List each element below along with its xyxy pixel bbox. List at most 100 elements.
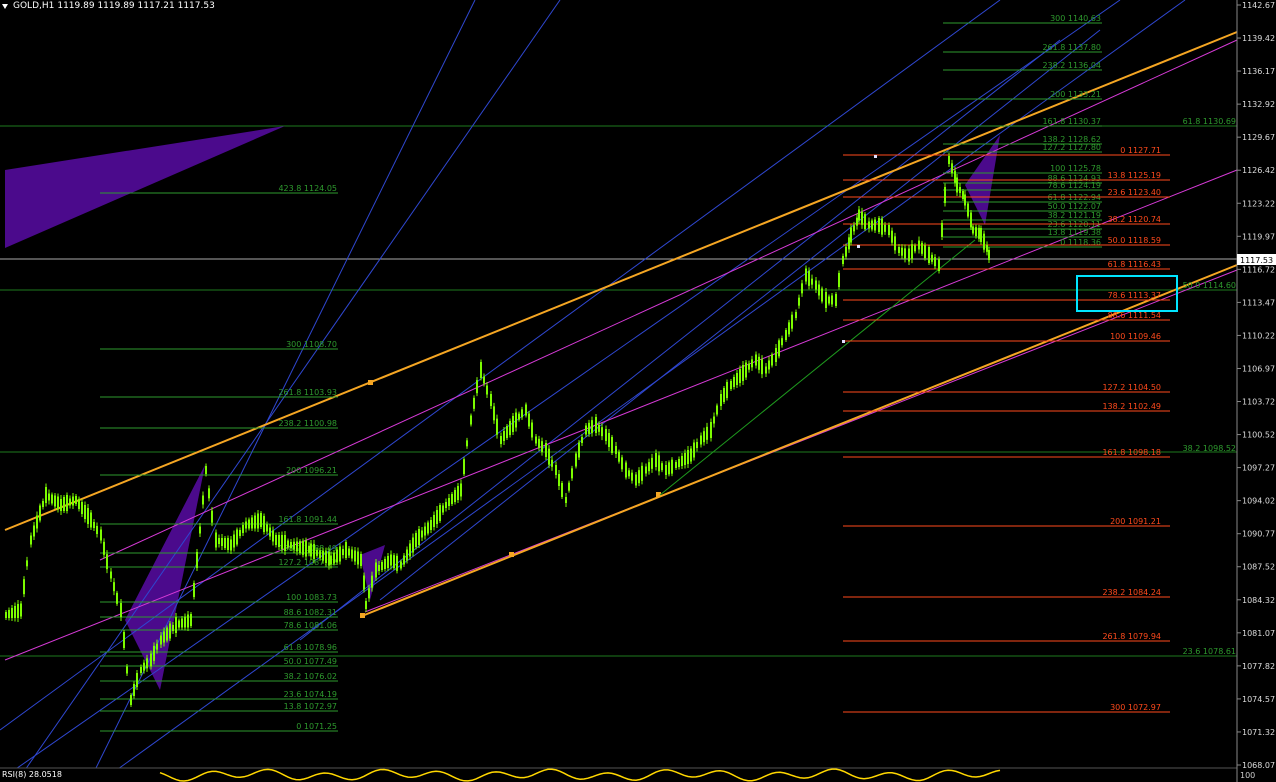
fib-level-label: 88.6 1082.31 (284, 608, 337, 617)
candle-body (618, 451, 620, 462)
candle-body (368, 588, 370, 599)
rsi-indicator-label: RSI(8) 28.0518 (2, 770, 62, 779)
candle-body (578, 442, 580, 458)
candle-body (396, 555, 398, 571)
candle-body (500, 436, 502, 444)
candle-body (687, 450, 689, 464)
candle-body (11, 608, 13, 618)
candle-body (621, 457, 623, 470)
candle-body (354, 550, 356, 562)
price-axis-label: 1110.22 (1242, 331, 1275, 340)
candle-body (581, 437, 583, 443)
candle-body (585, 425, 587, 435)
candle-body (805, 268, 807, 282)
price-axis-label: 1081.07 (1242, 629, 1275, 638)
candle-body (242, 525, 244, 533)
current-price-label: 1117.53 (1240, 256, 1273, 265)
candle-body (858, 209, 860, 221)
candle-body (921, 242, 923, 254)
candle-body (845, 246, 847, 257)
fib-level-label: 138.2 1102.49 (1102, 402, 1161, 411)
fib-level-label: 161.8 1098.18 (1102, 448, 1161, 457)
candle-body (531, 422, 533, 438)
candle-body (473, 397, 475, 409)
fib-level-label: 13.8 1119.38 (1048, 228, 1101, 237)
candle-body (45, 487, 47, 503)
candle-body (233, 534, 235, 548)
candle-body (811, 278, 813, 285)
fib-level-label: 261.8 1103.93 (278, 388, 337, 397)
candle-body (239, 530, 241, 536)
fib-far-label: 23.6 1078.61 (1183, 647, 1236, 656)
candle-body (486, 385, 488, 395)
candle-body (904, 248, 906, 259)
price-axis-label: 1074.57 (1242, 695, 1275, 704)
price-chart[interactable]: 300 1108.70 261.8 1103.93 238.2 1100.98 200… (0, 0, 1276, 782)
candle-body (313, 543, 315, 559)
candle-body (605, 429, 607, 441)
candle-body (733, 377, 735, 387)
candle-body (96, 526, 98, 534)
candle-body (211, 510, 213, 523)
candle-body (490, 394, 492, 406)
candle-body (675, 462, 677, 468)
candle-body (739, 369, 741, 383)
candle-body (430, 520, 432, 530)
candle-body (588, 422, 590, 434)
price-axis-label: 1126.42 (1242, 166, 1275, 175)
candle-body (322, 550, 324, 561)
dropdown-arrow-icon[interactable] (2, 3, 8, 9)
candle-body (868, 221, 870, 229)
candle-body (466, 440, 468, 447)
price-axis-label: 1100.52 (1242, 431, 1275, 440)
candle-body (51, 494, 53, 504)
candle-body (199, 526, 201, 534)
price-axis-label: 1077.82 (1242, 662, 1275, 671)
candle-body (512, 416, 514, 432)
candle-body (178, 620, 180, 628)
fib-level-label: 61.8 1078.96 (284, 643, 337, 652)
candle-body (911, 244, 913, 260)
candle-body (26, 560, 28, 567)
fib-level-label: 261.8 1079.94 (1102, 632, 1161, 641)
candle-body (160, 635, 162, 645)
candle-body (723, 388, 725, 402)
candle-body (260, 513, 262, 527)
fib-level-label: 423.8 1124.05 (278, 184, 337, 193)
fib-level-label: 50.0 1077.49 (284, 657, 337, 666)
candle-body (120, 603, 122, 617)
candle-body (658, 455, 660, 472)
candle-body (17, 604, 19, 618)
fib-level-label: 13.8 1125.19 (1108, 171, 1161, 180)
candle-body (651, 457, 653, 469)
candle-body (881, 218, 883, 235)
candle-body (110, 571, 112, 579)
candle-body (798, 297, 800, 306)
candle-body (342, 549, 344, 555)
price-axis-label: 1068.07 (1242, 761, 1275, 770)
candle-body (518, 413, 520, 420)
candle-body (400, 561, 402, 569)
candle-body (445, 502, 447, 508)
candle-body (758, 356, 760, 370)
fib-level-label: 261.8 1137.80 (1042, 43, 1101, 52)
fib-level-label: 127.2 1104.50 (1102, 383, 1161, 392)
candle-body (571, 468, 573, 479)
candle-body (123, 632, 125, 648)
candle-body (791, 314, 793, 329)
candle-body (319, 550, 321, 559)
candle-body (726, 382, 728, 398)
candle-body (908, 248, 910, 262)
candle-body (278, 535, 280, 547)
candle-body (418, 529, 420, 545)
candle-body (598, 424, 600, 432)
candle-body (483, 376, 485, 384)
fib-level-label: 23.6 1123.40 (1108, 188, 1161, 197)
price-axis-label: 1097.27 (1242, 464, 1275, 473)
candle-body (778, 340, 780, 357)
candle-body (541, 441, 543, 453)
candle-body (106, 554, 108, 570)
fib-level-label: 23.6 1074.19 (284, 690, 337, 699)
fib-far-label: 61.8 1130.69 (1183, 117, 1236, 126)
candle-body (914, 245, 916, 252)
